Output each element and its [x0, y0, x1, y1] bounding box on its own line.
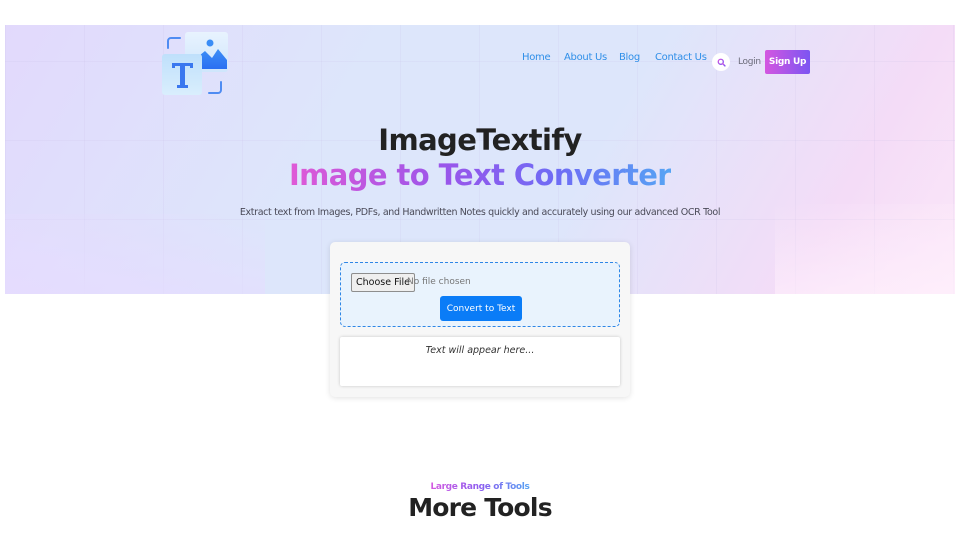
choose-file-button[interactable]: Choose File — [351, 273, 415, 292]
hero-glow — [5, 214, 265, 294]
section-title: More Tools — [408, 493, 552, 522]
nav-link-home[interactable]: Home — [522, 52, 551, 63]
text-output-area[interactable]: Text will appear here... — [340, 337, 620, 386]
search-icon — [717, 58, 726, 67]
section-eyebrow: Large Range of Tools — [430, 482, 530, 492]
page-title: ImageTextify — [378, 123, 582, 157]
sign-up-button[interactable]: Sign Up — [765, 50, 810, 74]
search-button[interactable] — [712, 53, 730, 71]
nav-link-contact-us[interactable]: Contact Us — [655, 52, 707, 63]
convert-to-text-button[interactable]: Convert to Text — [440, 296, 522, 321]
main-nav: Home About Us Blog Contact Us — [0, 52, 960, 72]
hero-description: Extract text from Images, PDFs, and Hand… — [239, 207, 721, 218]
file-status: No file chosen — [407, 277, 471, 287]
nav-link-blog[interactable]: Blog — [619, 52, 640, 63]
page-subtitle: Image to Text Converter — [288, 158, 672, 192]
nav-link-about-us[interactable]: About Us — [564, 52, 607, 63]
converter-card: Choose File No file chosen Convert to Te… — [330, 242, 630, 397]
output-placeholder: Text will appear here... — [425, 345, 535, 356]
file-dropzone[interactable]: Choose File No file chosen Convert to Te… — [340, 262, 620, 327]
login-link[interactable]: Login — [738, 57, 761, 67]
